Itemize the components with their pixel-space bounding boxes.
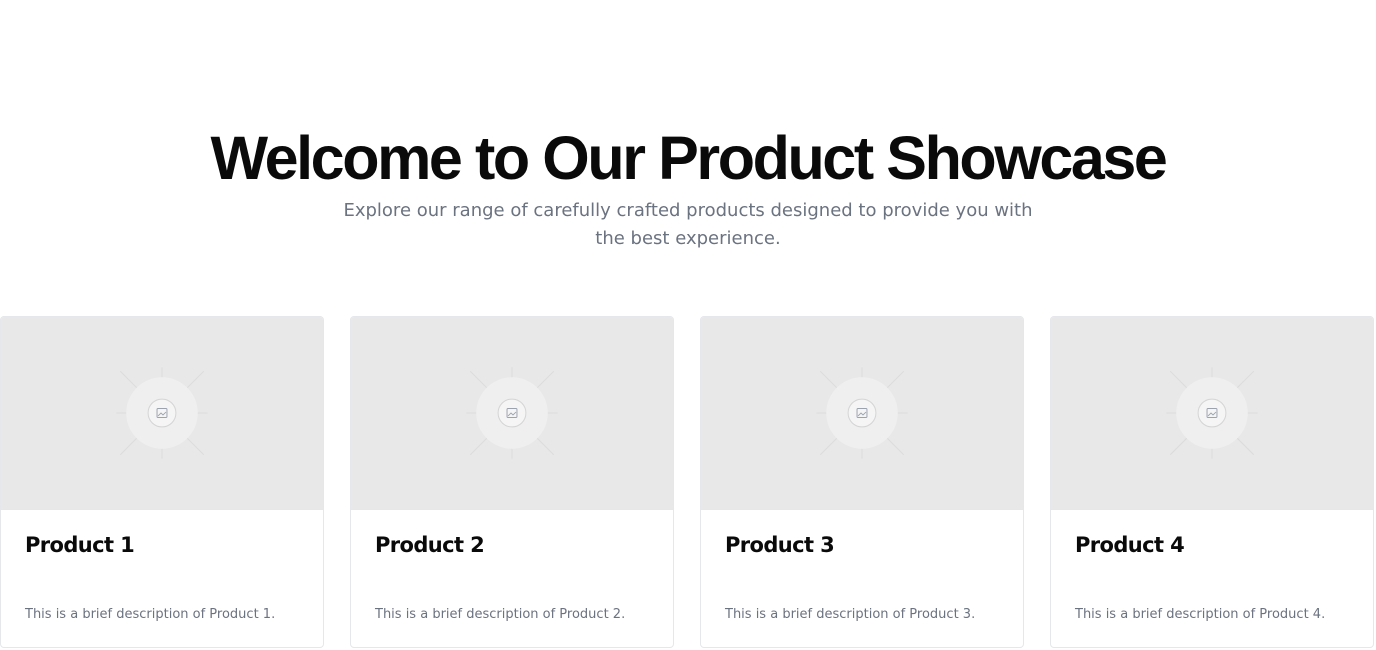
product-image-placeholder	[1, 317, 323, 510]
page-subtitle: Explore our range of carefully crafted p…	[343, 200, 1033, 249]
product-image-placeholder	[351, 317, 673, 510]
product-image-placeholder	[1051, 317, 1373, 510]
product-card[interactable]: Product 4 This is a brief description of…	[1050, 316, 1374, 648]
product-title: Product 1	[25, 533, 135, 557]
product-card[interactable]: Product 1 This is a brief description of…	[0, 316, 324, 648]
image-placeholder-icon	[466, 367, 558, 459]
product-card[interactable]: Product 2 This is a brief description of…	[350, 316, 674, 648]
product-title: Product 4	[1075, 533, 1185, 557]
product-description: This is a brief description of Product 3…	[725, 607, 976, 622]
image-placeholder-icon	[1166, 367, 1258, 459]
product-description: This is a brief description of Product 1…	[25, 607, 276, 622]
product-card[interactable]: Product 3 This is a brief description of…	[700, 316, 1024, 648]
product-description: This is a brief description of Product 2…	[375, 607, 626, 622]
image-placeholder-icon	[116, 367, 208, 459]
product-title: Product 2	[375, 533, 485, 557]
product-image-placeholder	[701, 317, 1023, 510]
product-description: This is a brief description of Product 4…	[1075, 607, 1326, 622]
page-title: Welcome to Our Product Showcase	[210, 124, 1168, 192]
image-placeholder-icon	[816, 367, 908, 459]
product-title: Product 3	[725, 533, 835, 557]
